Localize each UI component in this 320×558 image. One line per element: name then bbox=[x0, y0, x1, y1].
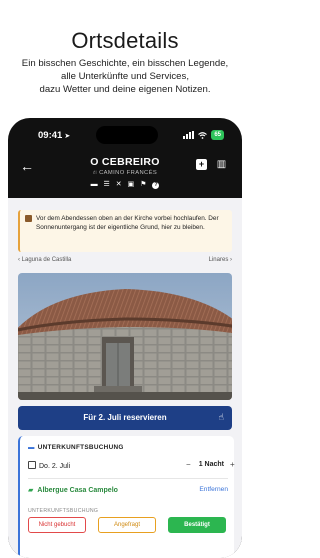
booking-heading: ▬ UNTERKUNFTSBUCHUNG bbox=[28, 444, 124, 451]
accommodation-name[interactable]: Albergue Casa Campelo bbox=[37, 487, 118, 494]
note-icon bbox=[25, 215, 32, 222]
car-icon: ▰ bbox=[28, 487, 34, 494]
divider bbox=[28, 478, 228, 479]
bar-icon: ⚑ bbox=[140, 181, 149, 188]
dynamic-island bbox=[96, 126, 158, 144]
app-bar: ← O CEBREIRO ⛙ CAMINO FRANCÉS ▬ ☰ ✕ ▣ ⚑ ?… bbox=[8, 148, 242, 198]
amenity-icons: ▬ ☰ ✕ ▣ ⚑ ? bbox=[8, 180, 242, 189]
wifi-icon bbox=[198, 131, 208, 139]
bed-icon: ▬ bbox=[90, 181, 100, 188]
next-place-link[interactable]: Linares › bbox=[209, 257, 232, 263]
note-text: Vor dem Abendessen oben an der Kirche vo… bbox=[36, 215, 219, 231]
decrease-nights-button[interactable]: − bbox=[186, 460, 191, 469]
status-icons: 65 bbox=[183, 130, 224, 140]
content-area: Vor dem Abendessen oben an der Kirche vo… bbox=[8, 198, 242, 558]
next-place-name: Linares bbox=[208, 257, 229, 263]
route-icon: ⛙ bbox=[92, 170, 98, 176]
stage-navigation: ‹ Laguna de Castilla Linares › bbox=[18, 257, 232, 267]
route-subtitle: ⛙ CAMINO FRANCÉS bbox=[8, 170, 242, 177]
restaurant-icon: ✕ bbox=[115, 181, 124, 188]
status-time-text: 09:41 bbox=[38, 130, 63, 141]
hand-tap-icon: ☝ bbox=[218, 412, 224, 422]
reserve-button-label: Für 2. Juli reservieren bbox=[83, 413, 167, 422]
bed-icon: ▬ bbox=[28, 444, 35, 451]
phone-frame: 09:41 ➤ 65 ← O CEBREIRO ⛙ CAMINO FRANCÉS ▬… bbox=[8, 118, 242, 558]
status-time: 09:41 ➤ bbox=[38, 130, 70, 141]
nights-value: 1 Nacht bbox=[198, 461, 224, 468]
status-bar: 09:41 ➤ 65 bbox=[8, 118, 242, 148]
calendar-icon bbox=[28, 461, 36, 469]
remove-button[interactable]: Entfernen bbox=[199, 486, 228, 493]
booking-heading-text: UNTERKUNFTSBUCHUNG bbox=[37, 444, 124, 451]
promo-title: Ortsdetails bbox=[71, 28, 179, 53]
help-icon[interactable]: ? bbox=[152, 182, 160, 189]
signal-icon bbox=[183, 131, 195, 139]
promo-subtitle-line: dazu Wetter und deine eigenen Notizen. bbox=[39, 84, 211, 95]
map-icon[interactable]: ▥ bbox=[216, 159, 227, 170]
place-photo bbox=[18, 273, 232, 400]
accommodation-row: ▰ Albergue Casa Campelo Entfernen bbox=[28, 486, 228, 498]
battery-icon: 65 bbox=[211, 130, 224, 140]
route-name: CAMINO FRANCÉS bbox=[99, 170, 158, 176]
promo-subtitle: Ein bisschen Geschichte, ein bisschen Le… bbox=[0, 57, 250, 96]
date-row: Do. 2. Juli − 1 Nacht + bbox=[28, 460, 235, 473]
status-not-booked-button[interactable]: Nicht gebucht bbox=[28, 517, 86, 533]
previous-place-name: Laguna de Castilla bbox=[21, 257, 72, 263]
status-heading: UNTERKUNFTSBUCHUNG bbox=[28, 508, 99, 514]
previous-place-link[interactable]: ‹ Laguna de Castilla bbox=[18, 257, 71, 263]
bunk-bed-icon: ☰ bbox=[103, 181, 112, 188]
reserve-button[interactable]: Für 2. Juli reservieren ☝ bbox=[18, 406, 232, 430]
add-note-icon[interactable]: + bbox=[196, 159, 207, 170]
increase-nights-button[interactable]: + bbox=[230, 460, 235, 469]
status-requested-button[interactable]: Angefragt bbox=[98, 517, 156, 533]
promo-subtitle-line: alle Unterkünfte und Services, bbox=[61, 71, 189, 82]
promo-subtitle-line: Ein bisschen Geschichte, ein bisschen Le… bbox=[21, 58, 229, 69]
booking-date[interactable]: Do. 2. Juli bbox=[39, 463, 70, 470]
personal-note[interactable]: Vor dem Abendessen oben an der Kirche vo… bbox=[18, 210, 232, 252]
status-confirmed-button[interactable]: Bestätigt bbox=[168, 517, 226, 533]
location-arrow-icon: ➤ bbox=[64, 133, 71, 140]
shop-icon: ▣ bbox=[127, 181, 137, 188]
